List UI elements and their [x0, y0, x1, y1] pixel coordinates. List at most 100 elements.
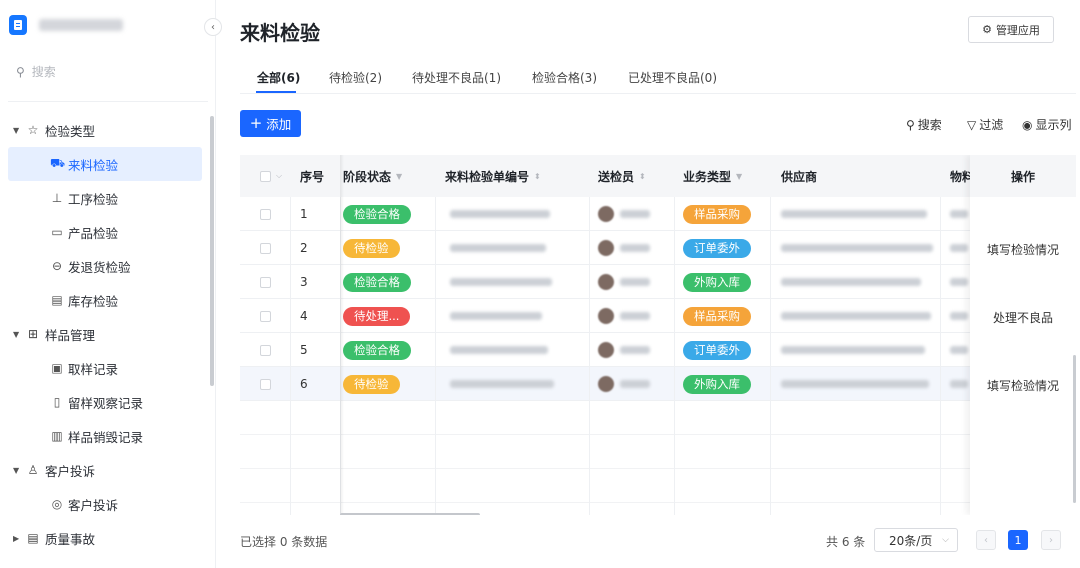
row-no: 4 — [300, 309, 308, 323]
tab-all[interactable]: 全部(6) — [257, 69, 300, 86]
table-header: ⌵ 序号 阶段状态 ▼ 来料检验单编号 ⬍ 送检员 ⬍ 业务类型 ▼ 供应商 物料 — [240, 155, 1076, 197]
row-order-no-redacted[interactable] — [450, 265, 552, 299]
sidebar-item-product-inspection[interactable]: ▭ 产品检验 — [8, 215, 202, 249]
redacted-text — [781, 278, 921, 286]
inspection-table: ⌵ 序号 阶段状态 ▼ 来料检验单编号 ⬍ 送检员 ⬍ 业务类型 ▼ 供应商 物料 1 检… — [240, 155, 1076, 515]
col-header-order-no[interactable]: 来料检验单编号 ⬍ — [445, 155, 541, 197]
next-page-button[interactable]: › — [1041, 530, 1061, 550]
table-row[interactable]: 6 待检验 外购入库 — [240, 367, 1076, 401]
sidebar-item-label: 发退货检验 — [68, 259, 131, 275]
row-material-redacted — [950, 265, 968, 299]
sidebar-item-label: 来料检验 — [68, 157, 119, 173]
status-badge: 待处理... — [343, 306, 411, 326]
tab-pending-inspection[interactable]: 待检验(2) — [329, 69, 382, 86]
table-row[interactable]: 1 检验合格 样品采购 — [240, 197, 1076, 231]
select-all-checkbox[interactable]: ⌵ — [260, 155, 282, 197]
row-material-redacted — [950, 333, 968, 367]
sidebar-item-label: 客户投诉 — [68, 497, 119, 513]
manage-app-button[interactable]: ⚙ 管理应用 — [968, 16, 1054, 43]
search-tool-button[interactable]: ⚲ 搜索 — [906, 116, 942, 133]
biz-type-badge: 订单委外 — [683, 238, 751, 258]
app-brand[interactable] — [9, 15, 123, 35]
menu-group-inspection-types[interactable]: ▼ ☆ 检验类型 — [0, 113, 210, 147]
table-row[interactable]: 2 待检验 订单委外 — [240, 231, 1076, 265]
sidebar-item-customer-complaints[interactable]: ◎ 客户投诉 — [8, 487, 202, 521]
row-order-no-redacted[interactable] — [450, 299, 542, 333]
row-supplier-redacted — [781, 299, 931, 333]
table-row[interactable]: 5 检验合格 订单委外 — [240, 333, 1076, 367]
page-size-select[interactable]: 20条/页 ⌵ — [874, 528, 958, 552]
checkbox — [260, 242, 271, 254]
col-header-inspector[interactable]: 送检员 ⬍ — [598, 155, 646, 197]
tab-passed[interactable]: 检验合格(3) — [532, 69, 597, 86]
sidebar-item-shipping-inspection[interactable]: ⊖ 发退货检验 — [8, 249, 202, 283]
row-checkbox[interactable] — [260, 367, 271, 401]
menu-group-quality-incidents[interactable]: ▶ ▤ 质量事故 — [0, 521, 210, 555]
row-action-link[interactable]: 填写检验情况 — [970, 377, 1076, 394]
row-no: 1 — [300, 207, 308, 221]
table-row[interactable]: 4 待处理... 样品采购 — [240, 299, 1076, 333]
row-material-redacted — [950, 367, 968, 401]
gear-icon: ⚙ — [982, 23, 992, 36]
prev-page-button[interactable]: ‹ — [976, 530, 996, 550]
column-divider — [770, 197, 771, 515]
row-material-redacted — [950, 197, 968, 231]
row-no: 3 — [300, 275, 308, 289]
row-checkbox[interactable] — [260, 265, 271, 299]
chevron-left-icon: ‹ — [211, 21, 215, 33]
sidebar-item-process-inspection[interactable]: ⊥ 工序检验 — [8, 181, 202, 215]
collapse-sidebar-button[interactable]: ‹ — [204, 18, 222, 36]
row-checkbox[interactable] — [260, 197, 271, 231]
row-checkbox[interactable] — [260, 299, 271, 333]
table-row[interactable]: 3 检验合格 外购入库 — [240, 265, 1076, 299]
redacted-text — [781, 346, 925, 354]
selected-count: 已选择 0 条数据 — [240, 535, 328, 549]
sidebar-item-sample-destruction-records[interactable]: ▥ 样品销毁记录 — [8, 419, 202, 453]
vertical-scrollbar[interactable] — [1073, 355, 1076, 503]
row-material-redacted — [950, 299, 968, 333]
add-button[interactable]: + 添加 — [240, 110, 301, 137]
columns-tool-button[interactable]: ◉ 显示列 — [1022, 116, 1072, 133]
menu-group-sample-management[interactable]: ▼ ⊞ 样品管理 — [0, 317, 210, 351]
row-action-link[interactable]: 填写检验情况 — [970, 241, 1076, 258]
row-checkbox[interactable] — [260, 333, 271, 367]
redacted-text — [450, 346, 548, 354]
sidebar-item-incoming-inspection[interactable]: ⛟ 来料检验 — [8, 147, 202, 181]
tab-handled-defects[interactable]: 已处理不良品(0) — [628, 69, 717, 86]
row-inspector-redacted — [598, 265, 650, 299]
row-action-link[interactable]: 处理不良品 — [970, 309, 1076, 326]
sidebar-item-sampling-records[interactable]: ▣ 取样记录 — [8, 351, 202, 385]
grid-icon: ⊞ — [27, 327, 39, 341]
tab-pending-defects[interactable]: 待处理不良品(1) — [412, 69, 501, 86]
row-biz-type: 样品采购 — [683, 299, 751, 333]
row-order-no-redacted[interactable] — [450, 231, 546, 265]
row-order-no-redacted[interactable] — [450, 367, 554, 401]
redacted-text — [450, 380, 554, 388]
plus-icon: + — [249, 114, 263, 132]
col-header-biz-type[interactable]: 业务类型 ▼ — [683, 155, 742, 197]
row-status: 检验合格 — [343, 197, 411, 231]
sidebar-search[interactable]: ⚲ 搜索 — [16, 63, 56, 80]
page-1-button[interactable]: 1 — [1008, 530, 1028, 550]
menu-group-label: 检验类型 — [45, 123, 96, 139]
row-biz-type: 订单委外 — [683, 231, 751, 265]
sidebar-scrollbar[interactable] — [210, 116, 214, 386]
row-checkbox[interactable] — [260, 231, 271, 265]
filter-tool-button[interactable]: ▽ 过滤 — [967, 116, 1003, 133]
col-header-status[interactable]: 阶段状态 ▼ — [343, 155, 402, 197]
checkbox — [260, 170, 271, 182]
active-tab-indicator — [256, 91, 296, 93]
sidebar-item-stock-inspection[interactable]: ▤ 库存检验 — [8, 283, 202, 317]
redacted-text — [450, 244, 546, 252]
row-order-no-redacted[interactable] — [450, 333, 548, 367]
menu-group-customer-complaints[interactable]: ▼ ♙ 客户投诉 — [0, 453, 210, 487]
column-divider — [290, 197, 291, 515]
empty-row — [240, 469, 1076, 503]
redacted-text — [620, 380, 650, 388]
sort-icon: ⬍ — [639, 171, 646, 181]
row-order-no-redacted[interactable] — [450, 197, 550, 231]
doc-icon: ▤ — [27, 531, 39, 545]
redacted-text — [450, 278, 552, 286]
sidebar-item-retained-sample-records[interactable]: ▯ 留样观察记录 — [8, 385, 202, 419]
horizontal-scrollbar[interactable] — [340, 513, 480, 515]
